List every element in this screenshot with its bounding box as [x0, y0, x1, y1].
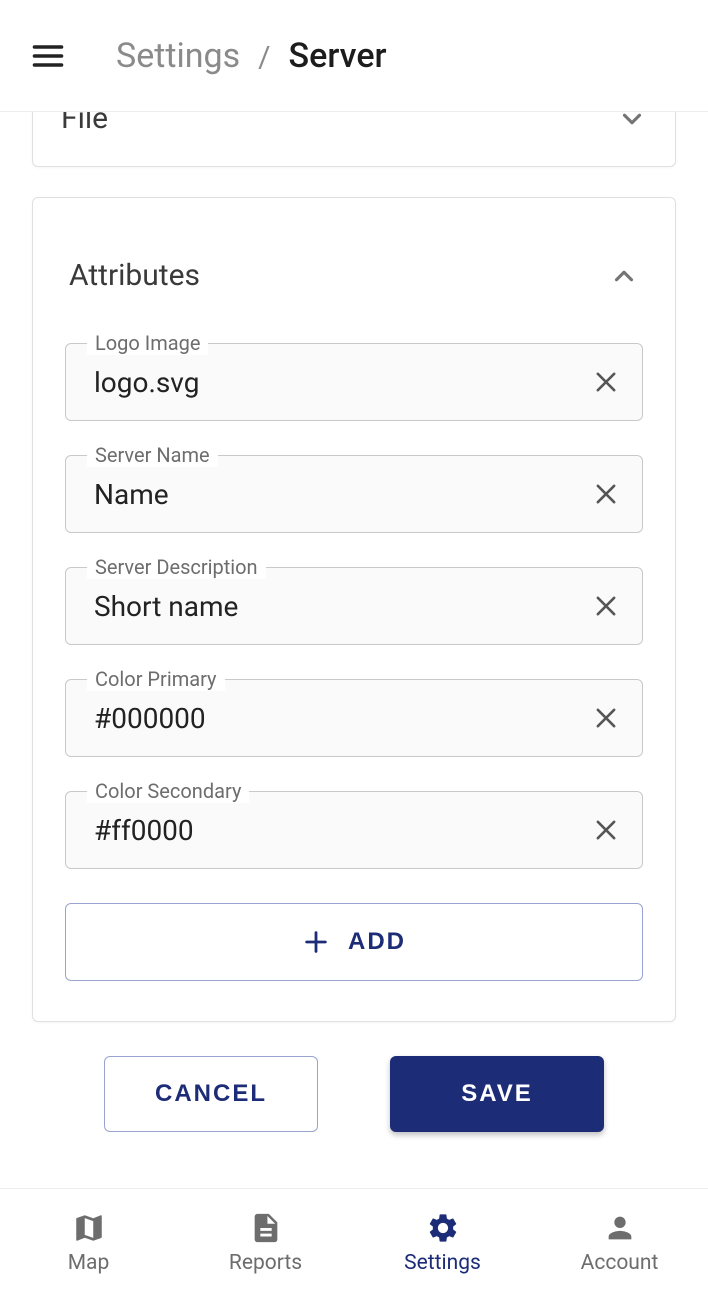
server-description-input[interactable]	[94, 590, 584, 623]
nav-map-label: Map	[68, 1251, 110, 1275]
file-section-header[interactable]: File	[61, 112, 647, 136]
add-button-label: ADD	[348, 928, 406, 956]
nav-settings[interactable]: Settings	[354, 1189, 531, 1296]
field-label: Logo Image	[87, 331, 208, 355]
field-label: Server Description	[87, 555, 266, 579]
nav-account-label: Account	[581, 1251, 659, 1275]
save-button-label: SAVE	[461, 1080, 533, 1108]
content-area: File Attributes Logo Image	[0, 112, 708, 1188]
clear-button[interactable]	[584, 472, 628, 516]
field-label: Color Primary	[87, 667, 225, 691]
close-icon	[592, 816, 620, 844]
nav-account[interactable]: Account	[531, 1189, 708, 1296]
attributes-section-header[interactable]: Attributes	[65, 258, 643, 293]
field-logo-image: Logo Image	[65, 343, 643, 421]
nav-settings-label: Settings	[404, 1251, 481, 1275]
hamburger-icon	[30, 38, 66, 74]
field-label: Color Secondary	[87, 779, 249, 803]
close-icon	[592, 592, 620, 620]
breadcrumb: Settings / Server	[116, 36, 387, 76]
breadcrumb-settings-link[interactable]: Settings	[116, 36, 240, 76]
field-server-description: Server Description	[65, 567, 643, 645]
field-color-primary: Color Primary	[65, 679, 643, 757]
close-icon	[592, 480, 620, 508]
gear-icon	[426, 1211, 460, 1245]
cancel-button[interactable]: CANCEL	[104, 1056, 318, 1132]
plus-icon	[302, 928, 330, 956]
field-server-name: Server Name	[65, 455, 643, 533]
chevron-down-icon	[617, 112, 647, 134]
server-name-input[interactable]	[94, 478, 584, 511]
file-section-title: File	[61, 112, 108, 136]
app-header: Settings / Server	[0, 0, 708, 112]
menu-button[interactable]	[28, 36, 68, 76]
cancel-button-label: CANCEL	[155, 1080, 267, 1108]
clear-button[interactable]	[584, 584, 628, 628]
breadcrumb-separator: /	[258, 40, 270, 75]
field-color-secondary: Color Secondary	[65, 791, 643, 869]
clear-button[interactable]	[584, 808, 628, 852]
close-icon	[592, 704, 620, 732]
nav-map[interactable]: Map	[0, 1189, 177, 1296]
attributes-section-title: Attributes	[69, 258, 200, 293]
save-button[interactable]: SAVE	[390, 1056, 604, 1132]
file-section-card: File	[32, 112, 676, 167]
logo-image-input[interactable]	[94, 366, 584, 399]
clear-button[interactable]	[584, 360, 628, 404]
attributes-section-card: Attributes Logo Image Server Name	[32, 197, 676, 1022]
close-icon	[592, 368, 620, 396]
document-icon	[249, 1211, 283, 1245]
map-icon	[72, 1211, 106, 1245]
bottom-nav: Map Reports Settings Account	[0, 1188, 708, 1296]
add-button[interactable]: ADD	[65, 903, 643, 981]
clear-button[interactable]	[584, 696, 628, 740]
person-icon	[603, 1211, 637, 1245]
color-primary-input[interactable]	[94, 702, 584, 735]
nav-reports-label: Reports	[229, 1251, 302, 1275]
action-row: CANCEL SAVE	[32, 1056, 676, 1132]
chevron-up-icon	[609, 261, 639, 291]
nav-reports[interactable]: Reports	[177, 1189, 354, 1296]
breadcrumb-current: Server	[289, 36, 387, 76]
field-label: Server Name	[87, 443, 218, 467]
color-secondary-input[interactable]	[94, 814, 584, 847]
